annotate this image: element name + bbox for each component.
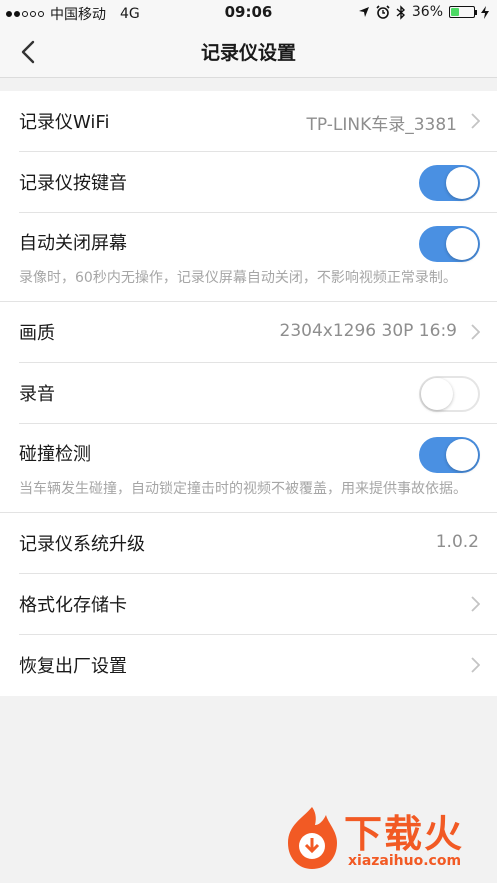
status-right: 36%	[358, 4, 489, 20]
audio-row: 录音	[19, 363, 497, 424]
auto-screen-off-row: 自动关闭屏幕	[19, 213, 497, 266]
alarm-clock-icon	[376, 5, 390, 19]
auto-screen-off-toggle[interactable]	[419, 226, 480, 262]
battery-percent: 36%	[411, 4, 443, 20]
collision-note: 当车辆发生碰撞，自动锁定撞击时的视频不被覆盖，用来提供事故依据。	[0, 477, 497, 513]
collision-toggle[interactable]	[419, 437, 480, 473]
collision-row: 碰撞检测	[19, 424, 497, 477]
chevron-right-icon	[471, 596, 480, 612]
charging-bolt-icon	[481, 5, 489, 19]
toggle-knob	[421, 378, 453, 410]
key-sound-toggle[interactable]	[419, 165, 480, 201]
auto-screen-off-label: 自动关闭屏幕	[19, 233, 127, 254]
chevron-right-icon	[471, 657, 480, 673]
battery-fill	[451, 8, 459, 16]
key-sound-row: 记录仪按键音	[19, 152, 497, 213]
wifi-value: TP-LINK车录_3381	[306, 115, 457, 135]
toggle-knob	[446, 167, 478, 199]
wifi-label: 记录仪WiFi	[19, 112, 110, 133]
navigation-bar: 记录仪设置	[0, 26, 497, 78]
format-card-label: 格式化存储卡	[19, 595, 127, 616]
upgrade-label: 记录仪系统升级	[19, 534, 145, 555]
battery-icon	[449, 6, 477, 18]
audio-toggle[interactable]	[419, 376, 480, 412]
bluetooth-icon	[396, 4, 405, 20]
collision-label: 碰撞检测	[19, 444, 91, 465]
toggle-knob	[446, 439, 478, 471]
location-arrow-icon	[358, 7, 369, 17]
flame-logo-icon	[288, 807, 337, 869]
format-card-row[interactable]: 格式化存储卡	[19, 574, 497, 635]
settings-list: 记录仪WiFi TP-LINK车录_3381 记录仪按键音 自动关闭屏幕 录像时…	[0, 91, 497, 696]
page-title: 记录仪设置	[200, 42, 296, 64]
wifi-row[interactable]: 记录仪WiFi TP-LINK车录_3381	[19, 91, 497, 152]
watermark: 下载火 xiazaihuo.com	[282, 803, 487, 875]
watermark-brand: 下载火	[344, 812, 465, 856]
chevron-right-icon	[471, 324, 480, 340]
chevron-right-icon	[471, 113, 480, 129]
auto-screen-off-note: 录像时，60秒内无操作，记录仪屏幕自动关闭，不影响视频正常录制。	[0, 266, 497, 302]
quality-value: 2304x1296 30P 16:9	[279, 321, 457, 341]
status-bar: 中国移动 4G 09:06 36%	[0, 0, 497, 26]
quality-label: 画质	[19, 323, 55, 344]
factory-reset-label: 恢复出厂设置	[19, 656, 127, 677]
quality-row[interactable]: 画质 2304x1296 30P 16:9	[19, 302, 497, 363]
firmware-version: 1.0.2	[435, 532, 479, 552]
key-sound-label: 记录仪按键音	[19, 173, 127, 194]
factory-reset-row[interactable]: 恢复出厂设置	[19, 635, 497, 696]
toggle-knob	[446, 228, 478, 260]
audio-label: 录音	[19, 384, 55, 405]
watermark-url: xiazaihuo.com	[348, 853, 462, 869]
upgrade-row[interactable]: 记录仪系统升级 1.0.2	[19, 513, 497, 574]
